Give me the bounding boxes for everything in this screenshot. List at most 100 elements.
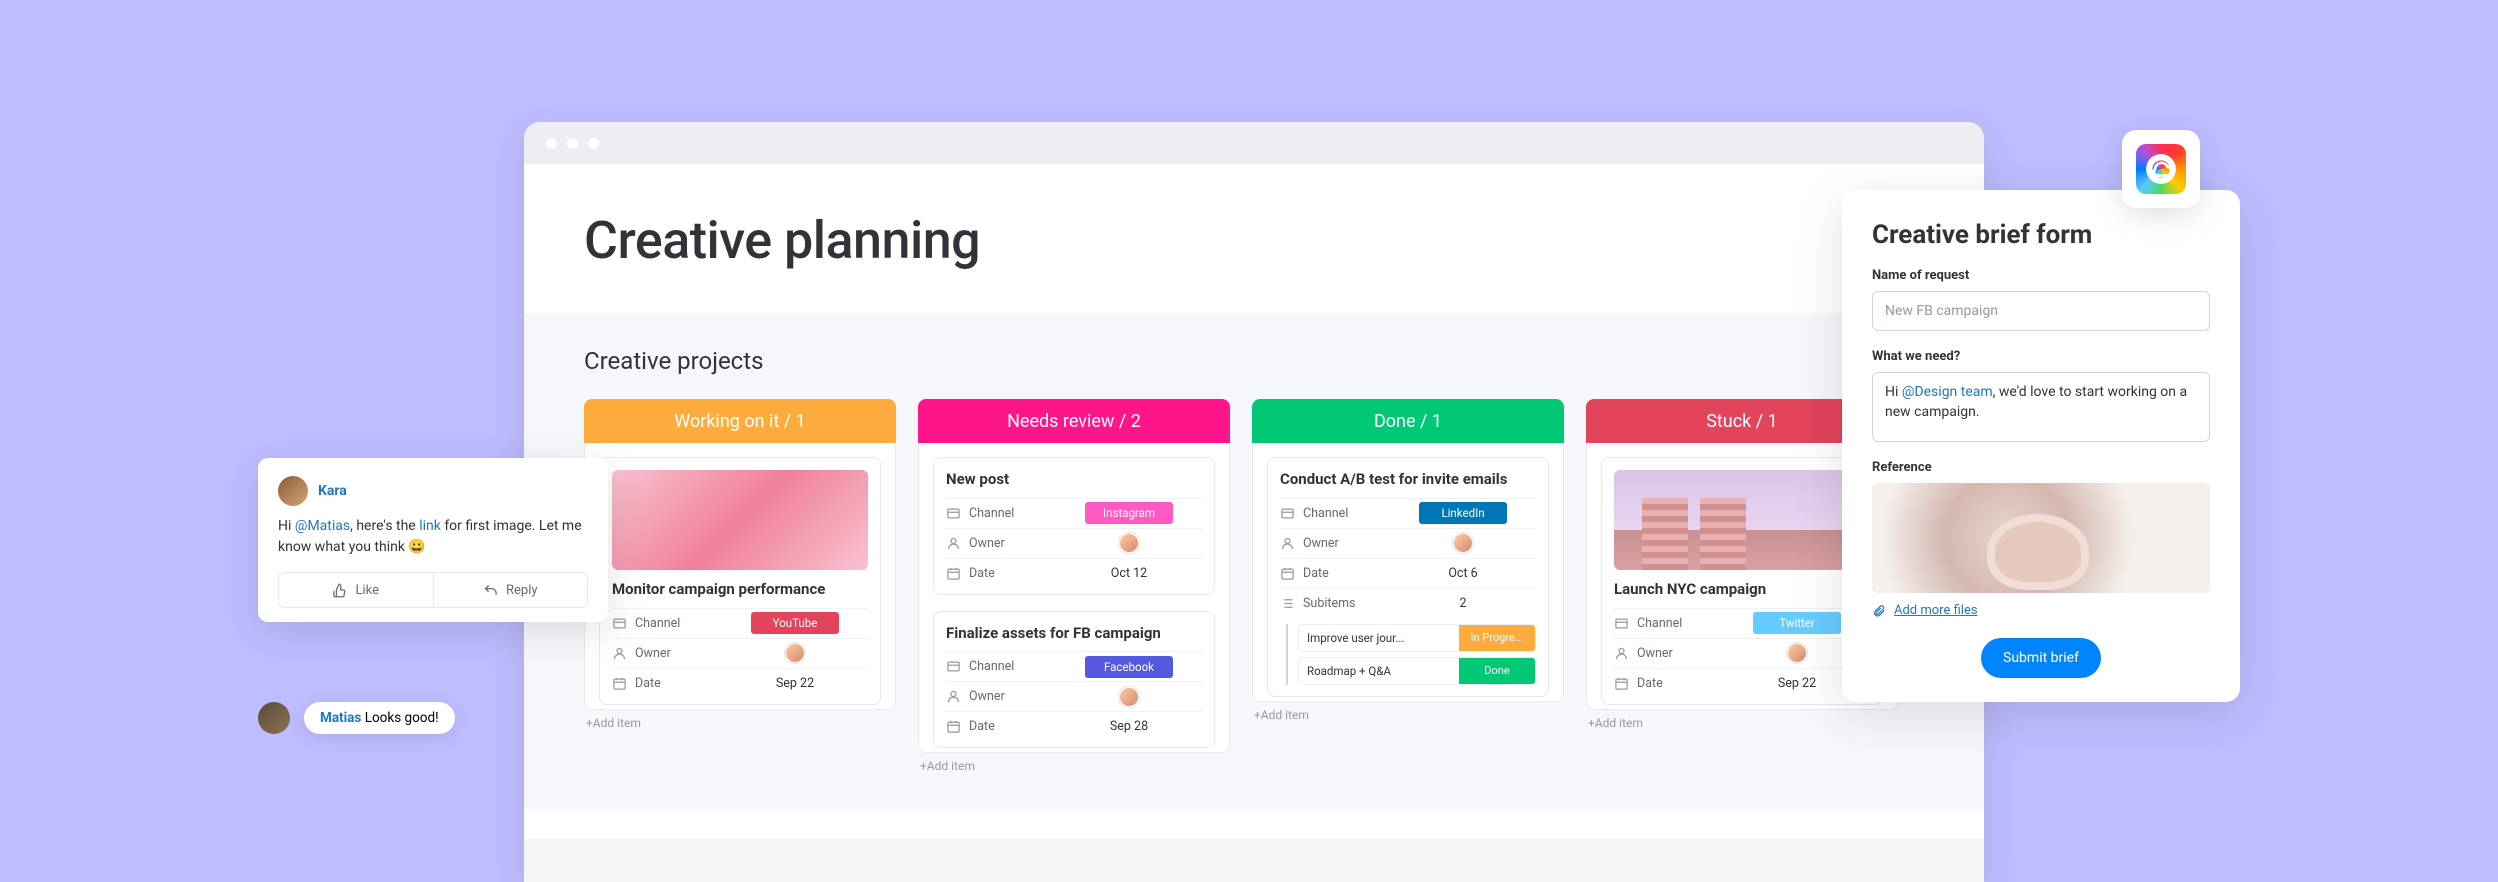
channel-icon	[946, 506, 961, 521]
submit-button[interactable]: Submit brief	[1981, 638, 2101, 678]
channel-icon	[1280, 506, 1295, 521]
row-label: Owner	[635, 646, 671, 661]
person-icon	[1280, 536, 1295, 551]
subitems-list: Improve user jour...In Progre... Roadmap …	[1286, 624, 1536, 685]
kanban-card[interactable]: Launch NYC campaignChannelTwitterOwnerDa…	[1601, 457, 1883, 705]
field-label: Reference	[1872, 460, 2210, 475]
reply-author[interactable]: Matias	[320, 710, 361, 726]
browser-titlebar	[524, 122, 1984, 164]
kanban-column: Done / 1 Conduct A/B test for invite emai…	[1252, 399, 1564, 775]
card-row: Owner	[1614, 638, 1870, 668]
calendar-icon	[612, 676, 627, 691]
kanban-column: Needs review / 2New postChannelInstagram…	[918, 399, 1230, 775]
kanban-card[interactable]: Conduct A/B test for invite emails Channe…	[1267, 457, 1549, 697]
card-row: DateOct 12	[946, 558, 1202, 588]
avatar[interactable]	[1453, 533, 1473, 553]
mention[interactable]: @Design team	[1902, 384, 1993, 400]
comment-card: Kara Hi @Matias, here's the link for fir…	[258, 458, 608, 622]
row-label: Channel	[969, 659, 1014, 674]
reply-bubble: Matias Looks good!	[304, 702, 455, 734]
subitems-icon	[1280, 596, 1295, 611]
channel-chip[interactable]: Twitter	[1753, 612, 1841, 634]
avatar[interactable]	[1787, 643, 1807, 663]
row-label: Owner	[969, 689, 1005, 704]
card-row: Channel Facebook	[946, 651, 1202, 681]
avatar[interactable]	[1119, 687, 1139, 707]
row-label: Date	[969, 566, 995, 581]
column-header[interactable]: Done / 1	[1252, 399, 1564, 443]
creative-cloud-icon	[2122, 130, 2200, 208]
brief-form: Creative brief form Name of request New …	[1842, 190, 2240, 702]
subitem[interactable]: Roadmap + Q&ADone	[1298, 657, 1536, 685]
row-label: Channel	[1637, 616, 1682, 631]
row-label: Channel	[635, 616, 680, 631]
person-icon	[946, 689, 961, 704]
column-body: Conduct A/B test for invite emails Channe…	[1252, 443, 1564, 702]
add-item-button[interactable]: +Add item	[918, 753, 1230, 775]
avatar[interactable]	[1119, 533, 1139, 553]
card-title: Monitor campaign performance	[612, 580, 868, 600]
row-value: Sep 28	[1110, 719, 1148, 734]
calendar-icon	[1614, 676, 1629, 691]
add-item-button[interactable]: +Add item	[584, 710, 896, 732]
reply-icon	[483, 583, 498, 598]
row-label: Date	[1637, 676, 1663, 691]
channel-chip[interactable]: Facebook	[1085, 656, 1173, 678]
row-value: Oct 6	[1448, 566, 1477, 581]
form-title: Creative brief form	[1872, 220, 2210, 250]
row-label: Subitems	[1303, 596, 1356, 611]
comment-author[interactable]: Kara	[318, 483, 347, 499]
card-title: Conduct A/B test for invite emails	[1280, 470, 1536, 490]
person-icon	[1614, 646, 1629, 661]
row-label: Date	[969, 719, 995, 734]
person-icon	[612, 646, 627, 661]
description-input[interactable]: Hi @Design team, we'd love to start work…	[1872, 372, 2210, 442]
paperclip-icon	[1872, 604, 1886, 618]
row-value: 2	[1459, 596, 1466, 611]
calendar-icon	[1280, 566, 1295, 581]
row-label: Owner	[969, 536, 1005, 551]
channel-chip[interactable]: Instagram	[1085, 502, 1173, 524]
channel-chip[interactable]: YouTube	[751, 612, 839, 634]
card-row: Owner	[1280, 528, 1536, 558]
channel-icon	[1614, 616, 1629, 631]
person-icon	[946, 536, 961, 551]
card-row: Channel Twitter	[1614, 608, 1870, 638]
comment-link[interactable]: link	[419, 518, 441, 534]
status-chip[interactable]: Done	[1459, 658, 1535, 684]
name-input[interactable]: New FB campaign	[1872, 291, 2210, 331]
like-button[interactable]: Like	[279, 573, 434, 607]
add-item-button[interactable]: +Add item	[1586, 710, 1898, 732]
field-label: Name of request	[1872, 268, 2210, 283]
card-row: ChannelLinkedIn	[1280, 498, 1536, 528]
reference-image	[1872, 483, 2210, 593]
add-item-button[interactable]: +Add item	[1252, 702, 1564, 724]
channel-chip[interactable]: LinkedIn	[1419, 502, 1507, 524]
card-row: Subitems 2	[1280, 588, 1536, 618]
kanban-card[interactable]: New postChannelInstagramOwnerDateOct 12	[933, 457, 1215, 595]
reply-button[interactable]: Reply	[434, 573, 588, 607]
kanban-card[interactable]: Finalize assets for FB campaignChannelFa…	[933, 611, 1215, 749]
add-files-link[interactable]: Add more files	[1872, 603, 2210, 618]
subitem[interactable]: Improve user jour...In Progre...	[1298, 624, 1536, 652]
card-row: Owner	[946, 528, 1202, 558]
comment-body: Hi @Matias, here's the link for first im…	[278, 516, 588, 558]
thumbs-up-icon	[332, 583, 347, 598]
calendar-icon	[946, 566, 961, 581]
row-label: Date	[1303, 566, 1329, 581]
card-row: DateSep 22	[1614, 668, 1870, 698]
avatar[interactable]	[785, 643, 805, 663]
kanban-card[interactable]: Monitor campaign performance Channel YouTu…	[599, 457, 881, 705]
row-value: Sep 22	[776, 676, 814, 691]
kanban-columns: Working on it / 1 Monitor campaign perfor…	[584, 399, 1924, 775]
channel-icon	[946, 659, 961, 674]
column-header[interactable]: Working on it / 1	[584, 399, 896, 443]
row-label: Date	[635, 676, 661, 691]
row-label: Channel	[969, 506, 1014, 521]
card-thumbnail	[1614, 470, 1870, 570]
subitem-label: Roadmap + Q&A	[1299, 664, 1459, 678]
mention[interactable]: @Matias	[295, 518, 350, 534]
column-header[interactable]: Needs review / 2	[918, 399, 1230, 443]
status-chip[interactable]: In Progre...	[1459, 625, 1535, 651]
window-dot	[588, 138, 599, 149]
